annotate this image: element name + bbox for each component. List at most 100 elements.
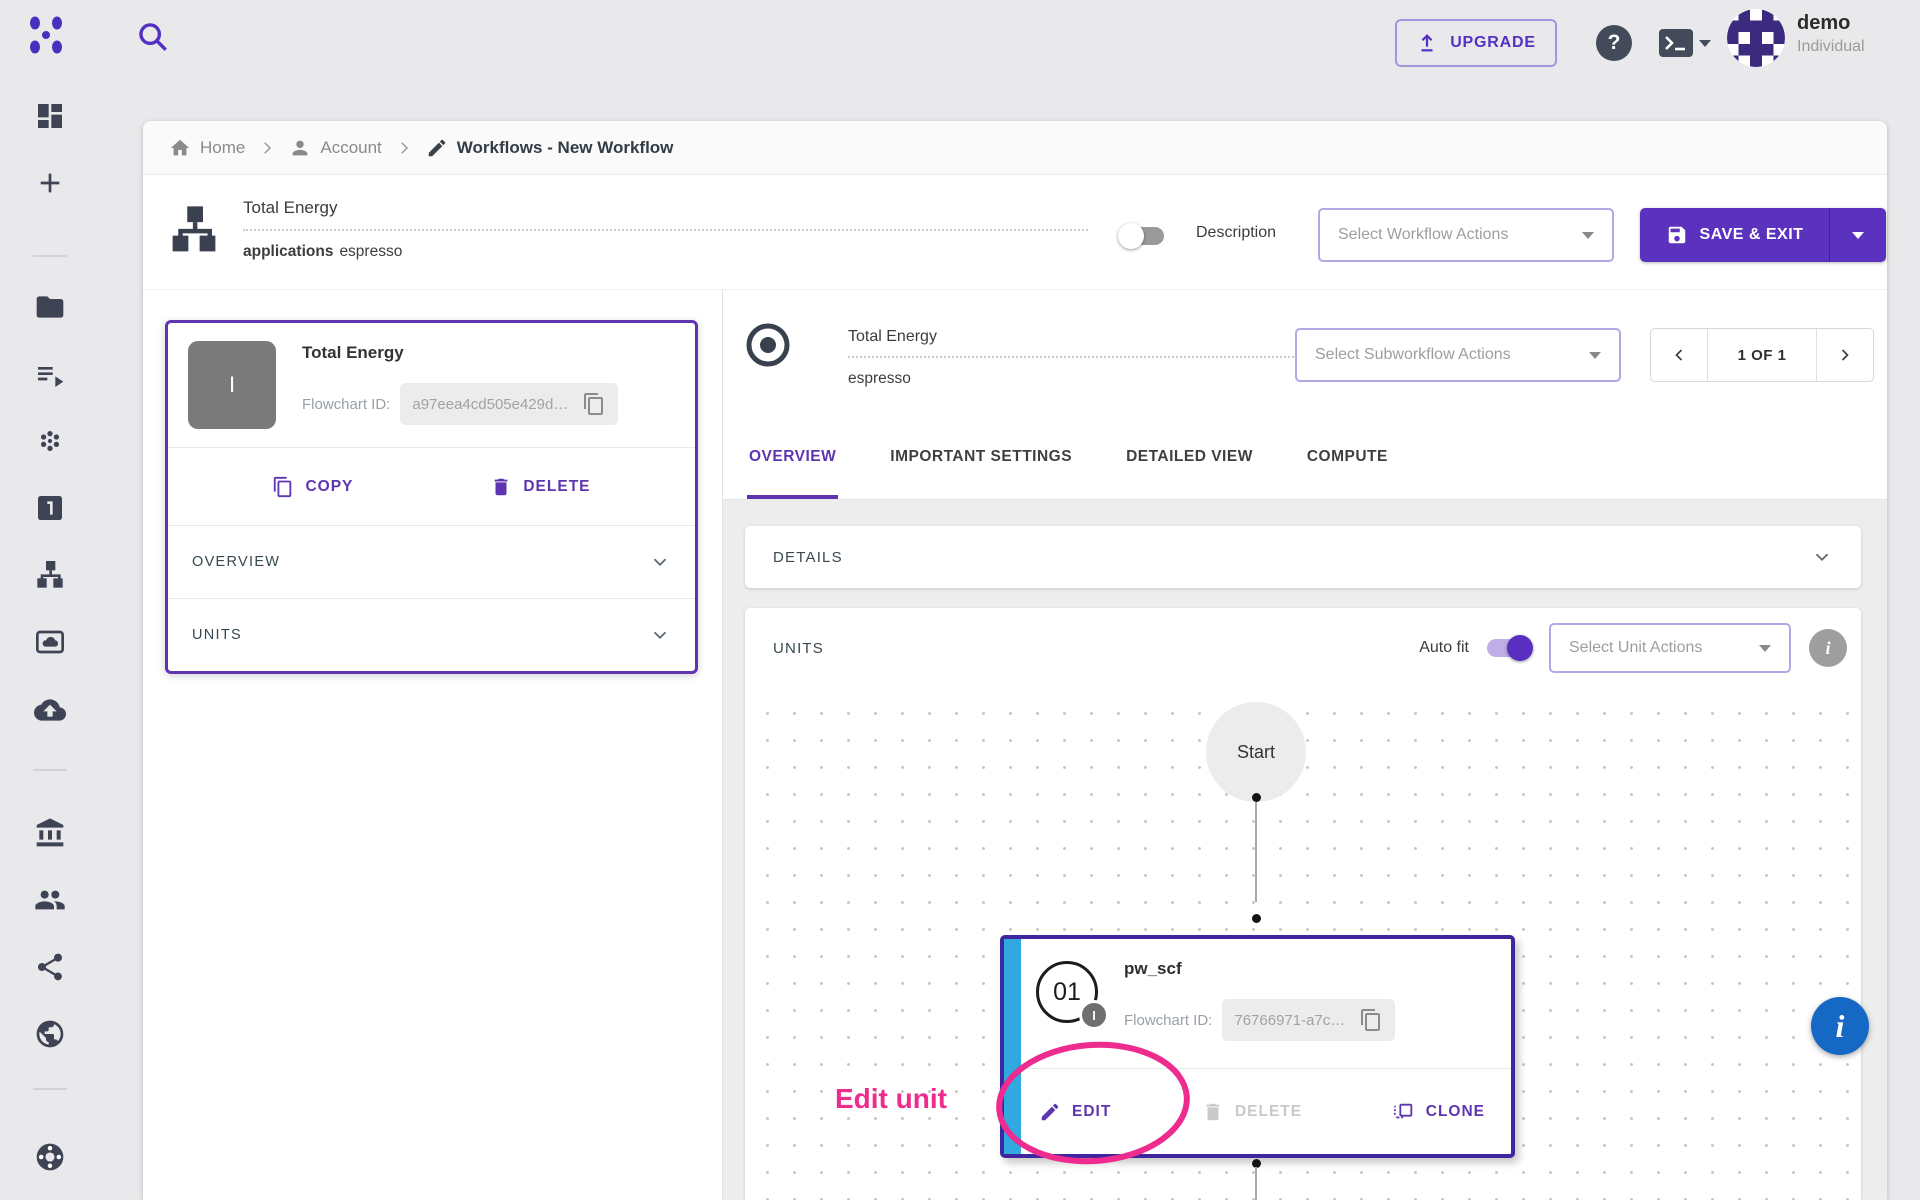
autofit-label: Auto fit — [1419, 639, 1469, 657]
breadcrumb-current: Workflows - New Workflow — [426, 137, 674, 159]
save-exit-button[interactable]: SAVE & EXIT — [1640, 208, 1830, 262]
share-icon[interactable] — [31, 948, 69, 986]
description-label: Description — [1196, 224, 1276, 242]
globe-icon[interactable] — [31, 1015, 69, 1053]
subworkflow-pager: 1 OF 1 — [1650, 328, 1874, 382]
sidebar-divider — [33, 1088, 67, 1090]
unit-actions-select[interactable]: Select Unit Actions — [1549, 623, 1791, 673]
atoms-icon[interactable] — [31, 422, 69, 460]
delete-button[interactable]: DELETE — [490, 476, 590, 498]
unit-edit-button[interactable]: EDIT — [1039, 1101, 1111, 1123]
chevron-right-icon — [258, 139, 276, 157]
one-box-icon[interactable] — [31, 489, 69, 527]
upgrade-button[interactable]: UPGRADE — [1395, 19, 1557, 67]
unit-card-pw-scf[interactable]: 01 I pw_scf Flowchart ID: 76766971-a7c… — [1000, 935, 1515, 1158]
unit-delete-button[interactable]: DELETE — [1202, 1101, 1302, 1123]
user-plan: Individual — [1797, 38, 1865, 56]
details-accordion[interactable]: DETAILS — [745, 526, 1861, 588]
main-content-card: Home Account Workflows - New Workflow To… — [143, 121, 1887, 1200]
selected-workflow-card[interactable]: I Total Energy Flowchart ID: a97eea4cd50… — [165, 320, 698, 674]
flowchart-canvas[interactable]: Start 01 I — [745, 688, 1861, 1200]
trash-icon — [1202, 1101, 1224, 1123]
info-fab-button[interactable]: i — [1811, 997, 1869, 1055]
workflow-subtitle: applicationsespresso — [243, 243, 402, 261]
flowchart-id-label: Flowchart ID: — [1124, 1012, 1212, 1029]
chevron-down-icon — [1811, 546, 1833, 568]
sidebar — [0, 0, 100, 1200]
units-panel: UNITS Auto fit Select Unit Actions i St — [745, 608, 1861, 1200]
tab-compute[interactable]: COMPUTE — [1305, 418, 1390, 499]
person-icon — [289, 137, 311, 159]
home-icon — [169, 137, 191, 159]
user-name: demo — [1797, 12, 1865, 35]
tab-important-settings[interactable]: IMPORTANT SETTINGS — [888, 418, 1074, 499]
terminal-icon[interactable] — [1658, 28, 1711, 58]
folder-icon[interactable] — [31, 288, 69, 326]
avatar[interactable] — [1727, 9, 1785, 67]
connector-line — [1255, 1167, 1257, 1200]
upload-icon — [1416, 32, 1438, 54]
subworkflow-actions-select[interactable]: Select Subworkflow Actions — [1295, 328, 1621, 382]
copy-icon[interactable] — [1359, 1008, 1383, 1032]
copy-icon[interactable] — [582, 392, 606, 416]
breadcrumb-account[interactable]: Account — [289, 137, 381, 159]
cloud-upload-icon[interactable] — [31, 691, 69, 729]
autofit-toggle[interactable] — [1487, 639, 1531, 657]
sidebar-divider — [33, 255, 67, 257]
add-icon[interactable] — [31, 164, 69, 202]
chevron-down-icon — [1699, 40, 1711, 47]
breadcrumb-home[interactable]: Home — [169, 137, 245, 159]
tab-detailed-view[interactable]: DETAILED VIEW — [1124, 418, 1255, 499]
image-cloud-icon[interactable] — [31, 623, 69, 661]
subworkflow-icon — [745, 322, 791, 368]
search-icon[interactable] — [136, 20, 170, 54]
flowchart-id-value: a97eea4cd505e429d… — [412, 396, 568, 413]
workflow-avatar: I — [188, 341, 276, 429]
pencil-icon — [426, 137, 448, 159]
save-exit-split-button: SAVE & EXIT — [1640, 208, 1886, 262]
unit-type-badge: I — [1079, 1000, 1109, 1030]
unit-flowchart-id-chip[interactable]: 76766971-a7c… — [1222, 999, 1395, 1041]
copy-button[interactable]: COPY — [272, 476, 353, 498]
connector-dot — [1252, 914, 1261, 923]
save-exit-dropdown-button[interactable] — [1830, 208, 1886, 262]
unit-clone-button[interactable]: CLONE — [1393, 1101, 1485, 1123]
subworkflow-header: Total Energy espresso Select Subworkflow… — [723, 290, 1887, 418]
sidebar-divider — [33, 769, 67, 771]
accordion-overview[interactable]: OVERVIEW — [168, 525, 695, 598]
flowchart-icon[interactable] — [31, 556, 69, 594]
unit-name: pw_scf — [1124, 959, 1395, 979]
subworkflow-title[interactable]: Total Energy — [848, 328, 937, 346]
flowchart-id-chip[interactable]: a97eea4cd505e429d… — [400, 383, 618, 425]
pencil-icon — [1039, 1101, 1061, 1123]
upgrade-label: UPGRADE — [1450, 34, 1536, 52]
chevron-down-icon — [649, 624, 671, 646]
workflow-actions-select[interactable]: Select Workflow Actions — [1318, 208, 1614, 262]
info-icon[interactable]: i — [1809, 629, 1847, 667]
chevron-down-icon — [649, 551, 671, 573]
start-node[interactable]: Start — [1206, 702, 1306, 802]
workflow-card-title: Total Energy — [302, 343, 618, 363]
breadcrumb: Home Account Workflows - New Workflow — [143, 121, 1887, 175]
workflow-title[interactable]: Total Energy — [243, 198, 338, 218]
chevron-down-icon — [1852, 232, 1864, 239]
playlist-run-icon[interactable] — [31, 356, 69, 394]
wheel-icon[interactable] — [31, 1138, 69, 1176]
subworkflow-panel: Total Energy espresso Select Subworkflow… — [723, 290, 1887, 1200]
help-icon[interactable]: ? — [1596, 25, 1632, 61]
trash-icon — [490, 476, 512, 498]
user-menu[interactable]: demo Individual — [1797, 12, 1865, 56]
pager-next-button[interactable] — [1817, 329, 1873, 381]
copy-icon — [272, 476, 294, 498]
pager-prev-button[interactable] — [1651, 329, 1707, 381]
connector-line — [1255, 802, 1257, 902]
tab-overview[interactable]: OVERVIEW — [747, 418, 838, 499]
chevron-down-icon — [1582, 232, 1594, 239]
description-toggle[interactable] — [1120, 227, 1164, 245]
dashboard-icon[interactable] — [31, 97, 69, 135]
bank-icon[interactable] — [31, 814, 69, 852]
accordion-units[interactable]: UNITS — [168, 598, 695, 671]
people-icon[interactable] — [31, 881, 69, 919]
tab-content: DETAILS UNITS Auto fit Select Unit Actio… — [723, 500, 1887, 1200]
save-icon — [1666, 224, 1688, 246]
